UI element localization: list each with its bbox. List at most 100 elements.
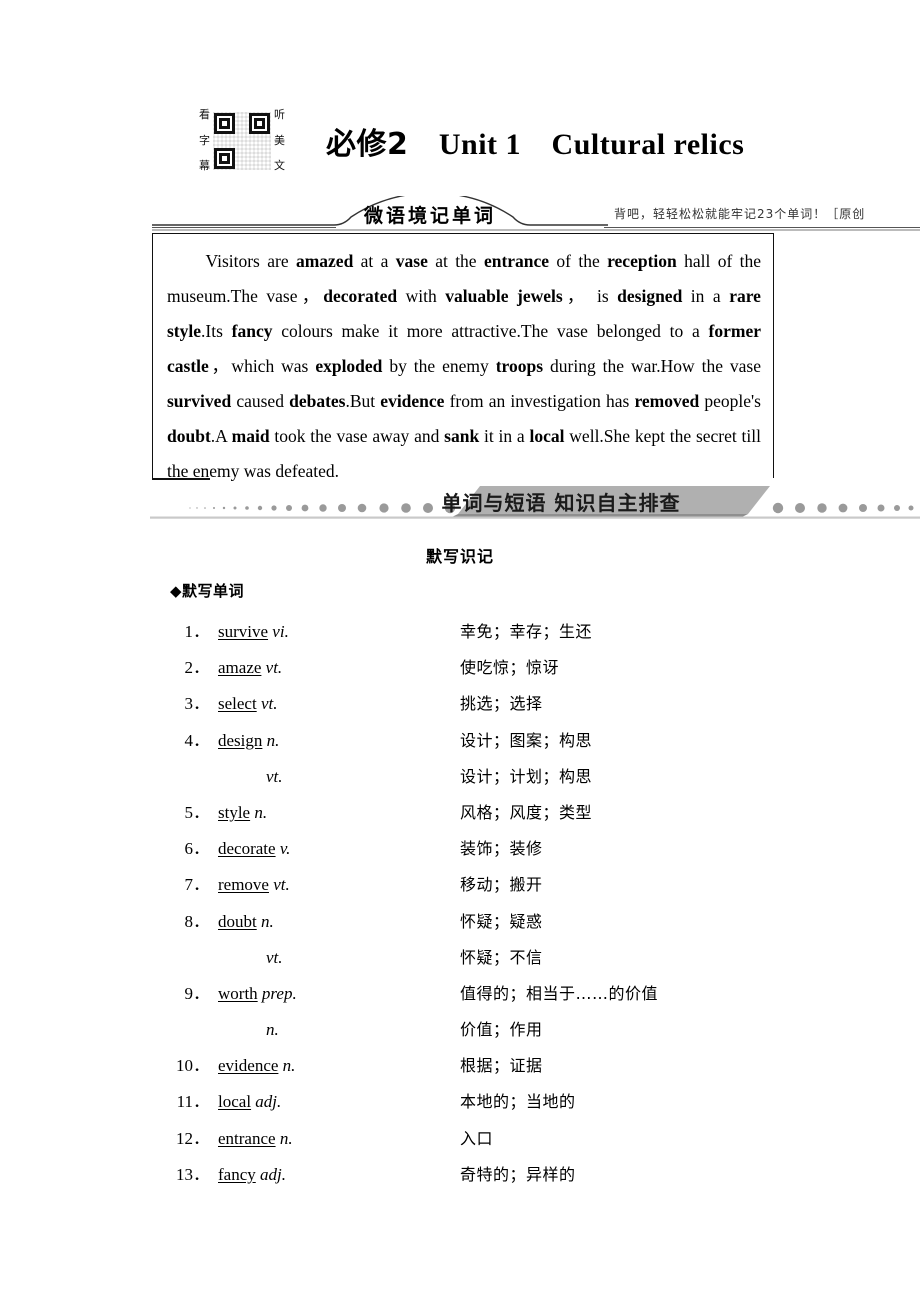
banner-right-dots	[772, 502, 914, 514]
word-term[interactable]: design n.	[218, 723, 279, 759]
passage-text-run: ，which was	[208, 356, 316, 376]
word-answer-blank[interactable]: local	[218, 1092, 251, 1111]
qr-left-char-1: 看	[199, 109, 210, 121]
word-term[interactable]: worth prep.	[218, 976, 297, 1012]
word-meaning: 怀疑；不信	[460, 947, 543, 967]
passage-keyword: entrance	[483, 251, 550, 271]
passage-keyword: debates	[289, 391, 346, 411]
word-term[interactable]: amaze vt.	[218, 650, 282, 686]
page-header: 看 字 幕 听 美 文 必修2 Unit 1 Cultural relics	[0, 100, 920, 182]
passage-keyword: troops	[495, 356, 544, 376]
context-passage-text: Visitors are amazed at a vase at the ent…	[153, 234, 773, 489]
word-answer-blank[interactable]: worth	[218, 984, 258, 1003]
word-answer-blank[interactable]: survive	[218, 622, 268, 641]
passage-text-run: of the	[549, 251, 608, 271]
word-term[interactable]: n.	[266, 1012, 279, 1048]
word-answer-blank[interactable]: amaze	[218, 658, 261, 677]
word-index: 13．	[176, 1164, 210, 1184]
word-answer-blank[interactable]: remove	[218, 875, 269, 894]
qr-code-block: 看 字 幕 听 美 文	[196, 108, 288, 174]
word-term[interactable]: style n.	[218, 795, 267, 831]
word-index: 8．	[184, 911, 211, 931]
word-index: 3．	[184, 694, 211, 714]
passage-keyword: reception	[607, 251, 677, 271]
word-meaning: 本地的；当地的	[460, 1092, 576, 1112]
word-answer-blank[interactable]: evidence	[218, 1056, 278, 1075]
passage-keyword: maid	[231, 426, 270, 446]
word-part-of-speech: n.	[279, 1128, 293, 1148]
word-meaning: 奇特的；异样的	[460, 1164, 576, 1184]
word-part-of-speech: n.	[260, 911, 274, 931]
passage-text-run: .Its	[201, 321, 232, 341]
word-answer-blank[interactable]: style	[218, 803, 250, 822]
word-term[interactable]: evidence n.	[218, 1048, 295, 1084]
passage-text-run: at a	[353, 251, 396, 271]
word-index: 10．	[176, 1056, 210, 1076]
word-term[interactable]: fancy adj.	[218, 1157, 286, 1193]
section-banner-vocab-context: 微语境记单词 背吧，轻轻松松就能牢记23个单词！［原创	[152, 196, 920, 232]
word-term[interactable]: survive vi.	[218, 614, 289, 650]
section-banner-words-phrases: 单词与短语 知识自主排查	[150, 484, 920, 520]
word-list-row: 3． select vt. 挑选；选择	[170, 686, 790, 722]
passage-keyword: decorated	[323, 286, 398, 306]
qr-right-char-3: 文	[274, 160, 285, 172]
word-index: 9．	[184, 983, 211, 1003]
banner-words-phrases-label: 单词与短语 知识自主排查	[441, 491, 681, 515]
word-meaning: 移动；搬开	[460, 875, 543, 895]
passage-text-run: people's	[699, 391, 761, 411]
passage-text-run: .A	[210, 426, 232, 446]
word-term[interactable]: doubt n.	[218, 904, 274, 940]
passage-keyword: evidence	[380, 391, 445, 411]
word-meaning: 价值；作用	[460, 1020, 543, 1040]
word-meaning: 怀疑；疑惑	[460, 911, 543, 931]
word-list-row: 12． entrance n. 入口	[170, 1121, 790, 1157]
word-part-of-speech: v.	[279, 839, 291, 859]
word-part-of-speech: vt.	[265, 658, 283, 678]
word-part-of-speech: adj.	[255, 1092, 282, 1112]
word-answer-blank[interactable]: decorate	[218, 839, 276, 858]
word-term[interactable]: vt.	[266, 759, 283, 795]
word-list-row: 4． design n. 设计；图案；构思	[170, 723, 790, 759]
word-term[interactable]: entrance n.	[218, 1121, 293, 1157]
word-index: 2．	[184, 658, 211, 678]
word-part-of-speech: vt.	[273, 875, 290, 895]
word-answer-blank[interactable]: entrance	[218, 1129, 276, 1148]
word-index: 4．	[184, 730, 211, 750]
passage-keyword: valuable jewels	[445, 286, 563, 306]
word-list-row: vt. 设计；计划；构思	[170, 759, 790, 795]
word-index: 6．	[184, 839, 211, 859]
word-answer-blank[interactable]: design	[218, 731, 262, 750]
word-term[interactable]: remove vt.	[218, 867, 290, 903]
word-index: 11．	[176, 1092, 210, 1112]
passage-text-run: in a	[682, 286, 730, 306]
word-answer-blank[interactable]: fancy	[218, 1165, 256, 1184]
passage-text-run: it in a	[479, 426, 530, 446]
passage-keyword: removed	[634, 391, 700, 411]
banner-vocab-context-note: 背吧，轻轻松松就能牢记23个单词！［原创	[614, 207, 866, 221]
word-meaning: 风格；风度；类型	[460, 802, 593, 822]
word-answer-blank[interactable]: doubt	[218, 912, 257, 931]
word-meaning: 入口	[460, 1128, 494, 1148]
qr-right-caption: 听 美 文	[274, 110, 285, 172]
word-index: 7．	[184, 875, 211, 895]
word-meaning: 装饰；装修	[460, 839, 543, 859]
page-title-unit: Unit 1 Cultural relics	[438, 128, 745, 161]
word-part-of-speech: vt.	[260, 694, 278, 714]
word-list-row: 1． survive vi. 幸免；幸存；生还	[170, 614, 790, 650]
passage-keyword: survived	[167, 391, 232, 411]
word-term[interactable]: decorate v.	[218, 831, 290, 867]
word-answer-blank[interactable]: select	[218, 694, 257, 713]
page-title-spacer	[408, 128, 439, 161]
passage-text-run: Visitors are	[205, 251, 296, 271]
word-term[interactable]: select vt.	[218, 686, 277, 722]
word-part-of-speech: vi.	[272, 622, 289, 641]
passage-text-run: during the war.How the vase	[543, 356, 761, 376]
word-part-of-speech: n.	[282, 1056, 296, 1076]
word-term[interactable]: local adj.	[218, 1084, 281, 1120]
passage-text-run: .But	[345, 391, 381, 411]
context-passage-box: Visitors are amazed at a vase at the ent…	[151, 233, 774, 481]
word-part-of-speech: n.	[266, 730, 280, 750]
word-term[interactable]: vt.	[266, 940, 283, 976]
passage-keyword: local	[529, 426, 565, 446]
word-list-row: 2． amaze vt. 使吃惊；惊讶	[170, 650, 790, 686]
